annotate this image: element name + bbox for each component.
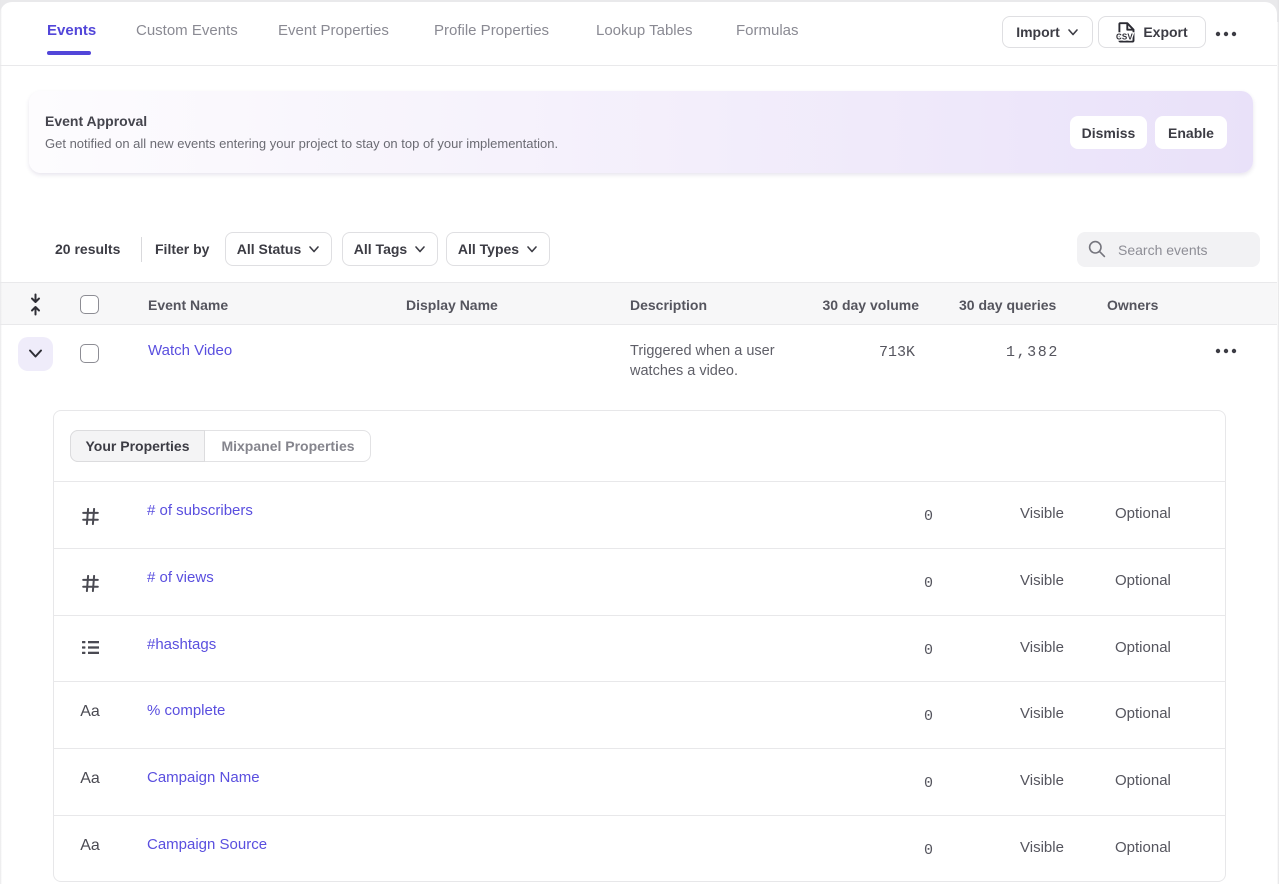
- svg-text:CSV: CSV: [1116, 32, 1133, 41]
